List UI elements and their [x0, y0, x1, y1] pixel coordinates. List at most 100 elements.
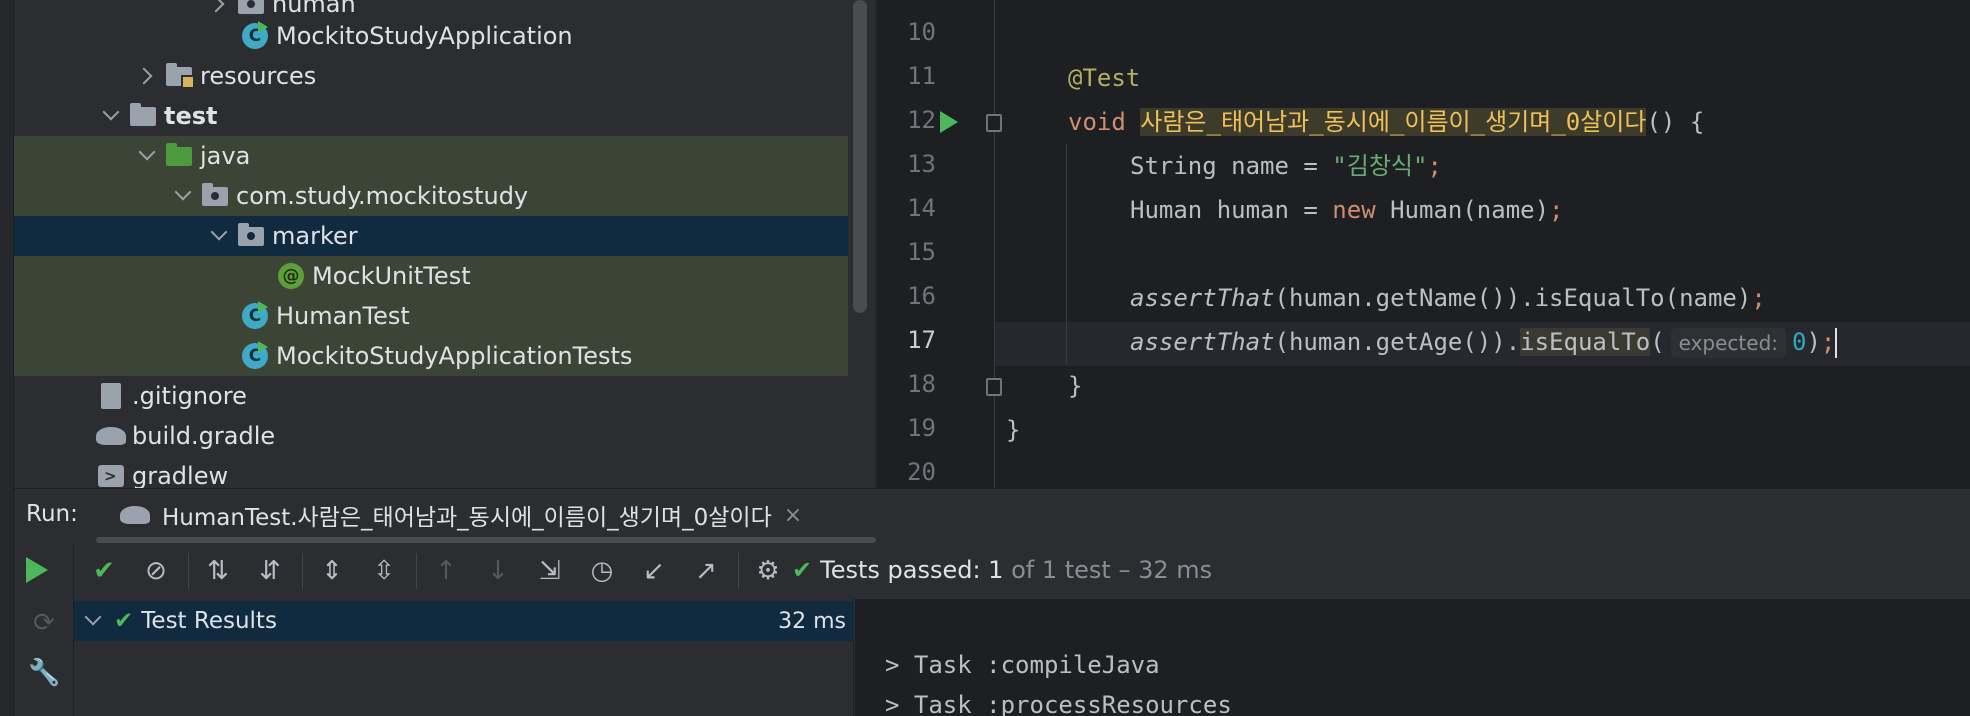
chevron-down-icon[interactable]	[204, 216, 236, 256]
sort-alpha-icon[interactable]: ⇅	[202, 555, 234, 587]
code-line-11: @Test	[1068, 64, 1141, 92]
project-tree-scrollbar[interactable]	[853, 0, 867, 313]
tree-row-mockitostudyapplication[interactable]: C MockitoStudyApplication	[14, 16, 848, 56]
line-number: 20	[907, 458, 936, 486]
tree-row-label: test	[164, 102, 218, 130]
project-tree: human C MockitoStudyApplication resource…	[0, 0, 848, 488]
line-number: 11	[907, 62, 936, 90]
gradle-icon	[96, 421, 126, 451]
code-line-13: String name = "김창식";	[1130, 152, 1442, 180]
test-folder-icon	[164, 141, 194, 171]
folder-icon	[128, 101, 158, 131]
gutter-divider	[994, 0, 995, 488]
annotation-icon: @	[276, 261, 306, 291]
tree-row-marker[interactable]: marker	[14, 216, 848, 256]
import-tests-icon[interactable]: ⇲	[534, 555, 566, 587]
run-label: Run:	[26, 501, 78, 527]
close-icon[interactable]: ×	[784, 503, 802, 528]
indent-guide	[1066, 144, 1067, 364]
tree-row-gitignore[interactable]: .gitignore	[14, 376, 848, 416]
tree-row-label: gradlew	[132, 462, 229, 488]
arrow-up-icon[interactable]: ↑	[430, 555, 462, 587]
tree-row-label: java	[200, 142, 251, 170]
console-line: > Task :compileJava	[885, 651, 1160, 679]
gear-icon[interactable]: ⚙	[752, 555, 784, 587]
tree-row-label: .gitignore	[132, 382, 247, 410]
code-line-14: Human human = new Human(name);	[1130, 196, 1564, 224]
toolbar-separator	[416, 553, 417, 589]
run-tab-title: HumanTest.사람은_태어남과_동시에_이름이_생기며_0살이다	[162, 505, 772, 531]
import-icon[interactable]: ↙	[638, 555, 670, 587]
chevron-down-icon[interactable]	[168, 176, 200, 216]
code-line-12: void 사람은_태어남과_동시에_이름이_생기며_0살이다() {	[1068, 108, 1705, 136]
left-tool-strip	[0, 0, 14, 716]
chevron-down-icon[interactable]	[78, 601, 110, 641]
code-line-17: assertThat(human.getAge()).isEqualTo(exp…	[1130, 328, 1838, 358]
collapse-all-icon[interactable]: ⇳	[368, 555, 400, 587]
file-icon	[96, 381, 126, 411]
gradle-icon	[120, 506, 150, 524]
line-number: 16	[907, 282, 936, 310]
code-line-18: }	[1068, 372, 1083, 400]
tree-row-java[interactable]: java	[14, 136, 848, 176]
line-number: 19	[907, 414, 936, 442]
chevron-down-icon[interactable]	[132, 136, 164, 176]
arrow-down-icon[interactable]: ↓	[482, 555, 514, 587]
console-output[interactable]: > Task :compileJava > Task :processResou…	[855, 599, 1970, 716]
tree-row-label: MockUnitTest	[312, 262, 471, 290]
tree-row-package[interactable]: com.study.mockitostudy	[14, 176, 848, 216]
tree-row-label: MockitoStudyApplication	[276, 22, 573, 50]
spring-class-icon: C	[240, 21, 270, 51]
check-icon: ✔	[114, 608, 134, 634]
history-icon[interactable]: ◷	[586, 555, 618, 587]
run-panel-header: Run: HumanTest.사람은_태어남과_동시에_이름이_생기며_0살이다…	[0, 488, 1970, 543]
export-icon[interactable]: ↗	[690, 555, 722, 587]
tree-row-gradlew[interactable]: > gradlew	[14, 456, 848, 488]
method-name: 사람은_태어남과_동시에_이름이_생기며_0살이다	[1140, 108, 1647, 136]
line-number: 13	[907, 150, 936, 178]
rerun-failed-icon[interactable]: ⟳	[28, 607, 60, 639]
line-number: 12	[907, 106, 936, 134]
rerun-icon[interactable]	[26, 557, 48, 583]
tree-row-label: build.gradle	[132, 422, 276, 450]
test-results-root[interactable]: ✔ Test Results 32 ms	[74, 601, 854, 641]
wrench-icon[interactable]: 🔧	[28, 657, 60, 689]
line-number: 18	[907, 370, 936, 398]
fold-icon[interactable]	[986, 378, 1002, 396]
tree-row-label: MockitoStudyApplicationTests	[276, 342, 633, 370]
run-side-toolbar: ⟳ 🔧	[14, 543, 74, 716]
tree-row-humantest[interactable]: C HumanTest	[14, 296, 848, 336]
package-icon	[200, 181, 230, 211]
toolbar-separator	[738, 553, 739, 589]
text-caret	[1835, 328, 1838, 358]
tree-row-mockunittest[interactable]: @ MockUnitTest	[14, 256, 848, 296]
chevron-down-icon[interactable]	[96, 96, 128, 136]
sort-duration-icon[interactable]: ⇵	[254, 555, 286, 587]
check-icon: ✔	[792, 556, 813, 584]
tree-row-mockitostudyapplicationtests[interactable]: C MockitoStudyApplicationTests	[14, 336, 848, 376]
tree-row-test[interactable]: test	[14, 96, 848, 136]
test-results-time: 32 ms	[778, 609, 846, 634]
fold-icon[interactable]	[986, 114, 1002, 132]
tree-row-label: marker	[272, 222, 358, 250]
expand-all-icon[interactable]: ⇕	[316, 555, 348, 587]
run-tab[interactable]: HumanTest.사람은_태어남과_동시에_이름이_생기며_0살이다 ×	[120, 493, 802, 537]
test-class-icon: C	[240, 341, 270, 371]
tree-row-label: HumanTest	[276, 302, 410, 330]
console-line: > Task :processResources	[885, 691, 1232, 716]
tree-row-resources[interactable]: resources	[14, 56, 848, 96]
code-editor[interactable]: 10 11 12 13 14 15 16 17 18 19 20 @Test v…	[876, 0, 1970, 488]
check-icon[interactable]: ✔	[88, 555, 120, 587]
test-results-tree: ✔ Test Results 32 ms	[74, 599, 854, 716]
terminal-file-icon: >	[96, 461, 126, 488]
cancel-icon[interactable]: ⊘	[140, 555, 172, 587]
run-test-icon[interactable]	[940, 111, 958, 133]
chevron-right-icon[interactable]	[132, 56, 164, 96]
tree-row-label: com.study.mockitostudy	[236, 182, 529, 210]
toolbar-separator	[188, 553, 189, 589]
tree-row-build-gradle[interactable]: build.gradle	[14, 416, 848, 456]
line-number: 10	[907, 18, 936, 46]
resources-folder-icon	[164, 61, 195, 91]
parameter-hint: expected:	[1670, 328, 1787, 358]
line-number: 17	[907, 326, 936, 354]
